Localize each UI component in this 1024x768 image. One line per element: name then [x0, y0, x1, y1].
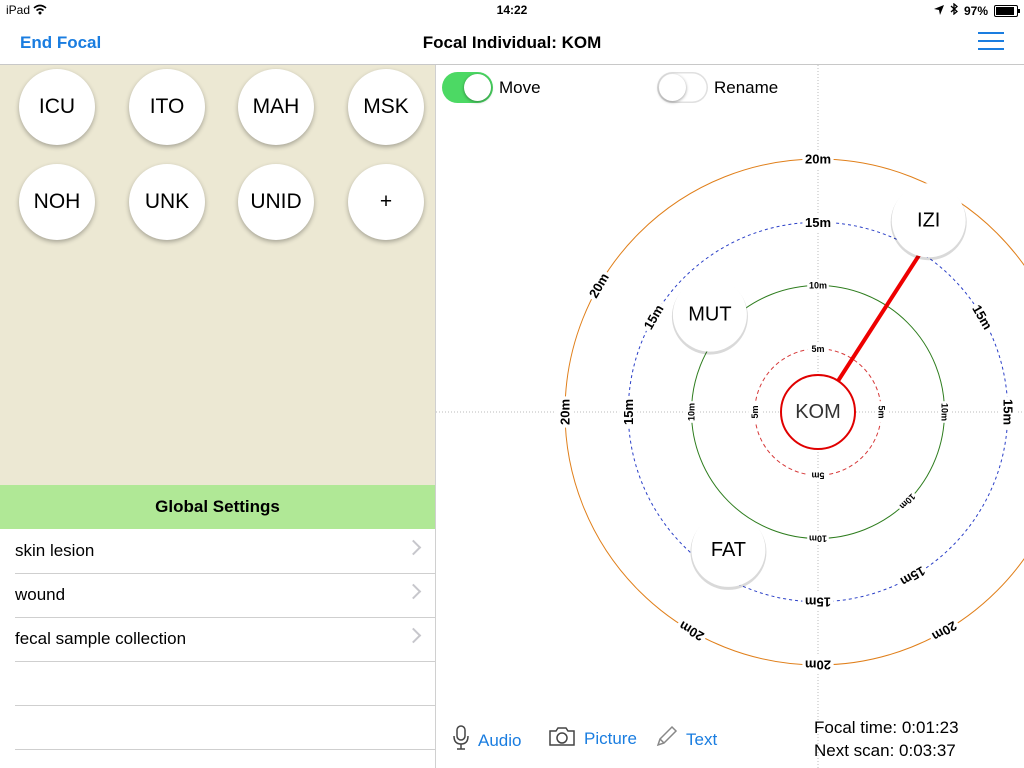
chip-label: MAH: [252, 95, 300, 118]
individual-chip[interactable]: NOH: [19, 164, 95, 240]
proximity-panel: 5m 5m 5m 5m 10m 10m 10m 10m 10m 15m 15m 15m 15m 15m 15…: [436, 65, 1024, 768]
picture-button[interactable]: Picture: [548, 725, 637, 752]
chevron-right-icon: [405, 583, 422, 600]
chip-label: UNID: [250, 190, 302, 213]
individual-tray: ICU ITO MAH MSK NOH UNK UNID +: [0, 65, 435, 485]
focal-individual-node[interactable]: KOM: [780, 374, 856, 450]
bluetooth-icon: [950, 2, 958, 18]
pencil-icon: [654, 725, 678, 754]
chip-label: NOH: [33, 190, 81, 213]
text-label: Text: [686, 729, 718, 749]
rename-toggle[interactable]: [657, 72, 708, 103]
ring-label: 15m: [621, 399, 636, 425]
ring-label: 10m: [809, 281, 827, 291]
toggle-knob: [464, 74, 491, 101]
global-settings-header: Global Settings: [0, 485, 435, 529]
ring-label: 5m: [876, 405, 886, 418]
ring-label: 10m: [940, 403, 950, 421]
toggle-knob: [659, 74, 686, 101]
chip-label: ICU: [38, 95, 76, 118]
ring-label: 15m: [805, 594, 831, 609]
hamburger-menu-icon[interactable]: [978, 32, 1004, 52]
ring-label: 5m: [811, 470, 824, 480]
ring-label: 5m: [811, 344, 824, 354]
status-time: 14:22: [496, 3, 528, 17]
ring-label: 15m: [1000, 399, 1015, 425]
ring-label: 10m: [809, 534, 827, 544]
ring-label: 5m: [750, 405, 760, 418]
navigation-bar: End Focal Focal Individual: KOM: [0, 22, 1024, 65]
move-toggle[interactable]: [442, 72, 493, 103]
text-button[interactable]: Text: [654, 725, 717, 754]
audio-label: Audio: [478, 730, 522, 750]
audio-button[interactable]: Audio: [452, 725, 521, 756]
settings-row-label: wound: [15, 585, 66, 604]
settings-row-label: skin lesion: [15, 541, 95, 560]
empty-row: [15, 661, 435, 706]
individual-node[interactable]: MUT: [671, 277, 748, 355]
chevron-right-icon: [405, 627, 422, 644]
individual-chip[interactable]: MSK: [348, 69, 424, 145]
battery-icon: [994, 4, 1020, 17]
microphone-icon: [452, 725, 470, 756]
settings-row[interactable]: fecal sample collection: [15, 617, 435, 662]
individual-node[interactable]: IZI: [890, 183, 967, 261]
move-label: Move: [499, 78, 541, 97]
chip-label: MSK: [363, 95, 409, 118]
add-individual-button[interactable]: +: [348, 164, 424, 240]
individual-chip[interactable]: MAH: [238, 69, 314, 145]
ring-label: 20m: [558, 399, 573, 425]
chip-label: ITO: [149, 95, 185, 118]
left-panel: ICU ITO MAH MSK NOH UNK UNID + Global Se…: [0, 65, 436, 768]
camera-icon: [548, 725, 576, 752]
proximity-radar: 5m5m5m5m10m10m10m10m10m15m15m15m15m15m15…: [436, 65, 1024, 768]
location-icon: [933, 4, 944, 18]
status-right: 97%: [933, 2, 1020, 18]
status-bar: iPad 14:22 97%: [0, 0, 1024, 22]
battery-percent: 97%: [963, 3, 988, 18]
node-label: FAT: [711, 539, 746, 561]
ring-label: 15m: [805, 215, 831, 230]
individual-chip[interactable]: ITO: [129, 69, 205, 145]
focal-label: KOM: [795, 401, 841, 423]
ring-label: 10m: [687, 403, 697, 421]
picture-label: Picture: [584, 728, 637, 748]
node-label: IZI: [917, 209, 940, 231]
ring-label: 20m: [805, 658, 831, 673]
ring-label: 20m: [805, 152, 831, 167]
settings-row[interactable]: wound: [15, 573, 435, 618]
rename-label: Rename: [714, 78, 779, 97]
chip-label: +: [379, 190, 393, 213]
empty-row: [15, 705, 435, 750]
settings-row-label: fecal sample collection: [15, 629, 187, 648]
individual-chip[interactable]: ICU: [19, 69, 95, 145]
page-title: Focal Individual: KOM: [422, 33, 602, 52]
chip-label: UNK: [144, 190, 190, 213]
individual-chip[interactable]: UNID: [238, 164, 314, 240]
next-scan: Next scan: 0:03:37: [814, 741, 956, 760]
focal-time: Focal time: 0:01:23: [814, 718, 959, 737]
chevron-right-icon: [405, 539, 422, 556]
node-label: MUT: [688, 304, 731, 326]
individual-node[interactable]: FAT: [690, 512, 767, 590]
timers: Focal time: 0:01:23 Next scan: 0:03:37: [814, 716, 959, 762]
settings-row[interactable]: skin lesion: [15, 529, 435, 574]
individual-chip[interactable]: UNK: [129, 164, 205, 240]
